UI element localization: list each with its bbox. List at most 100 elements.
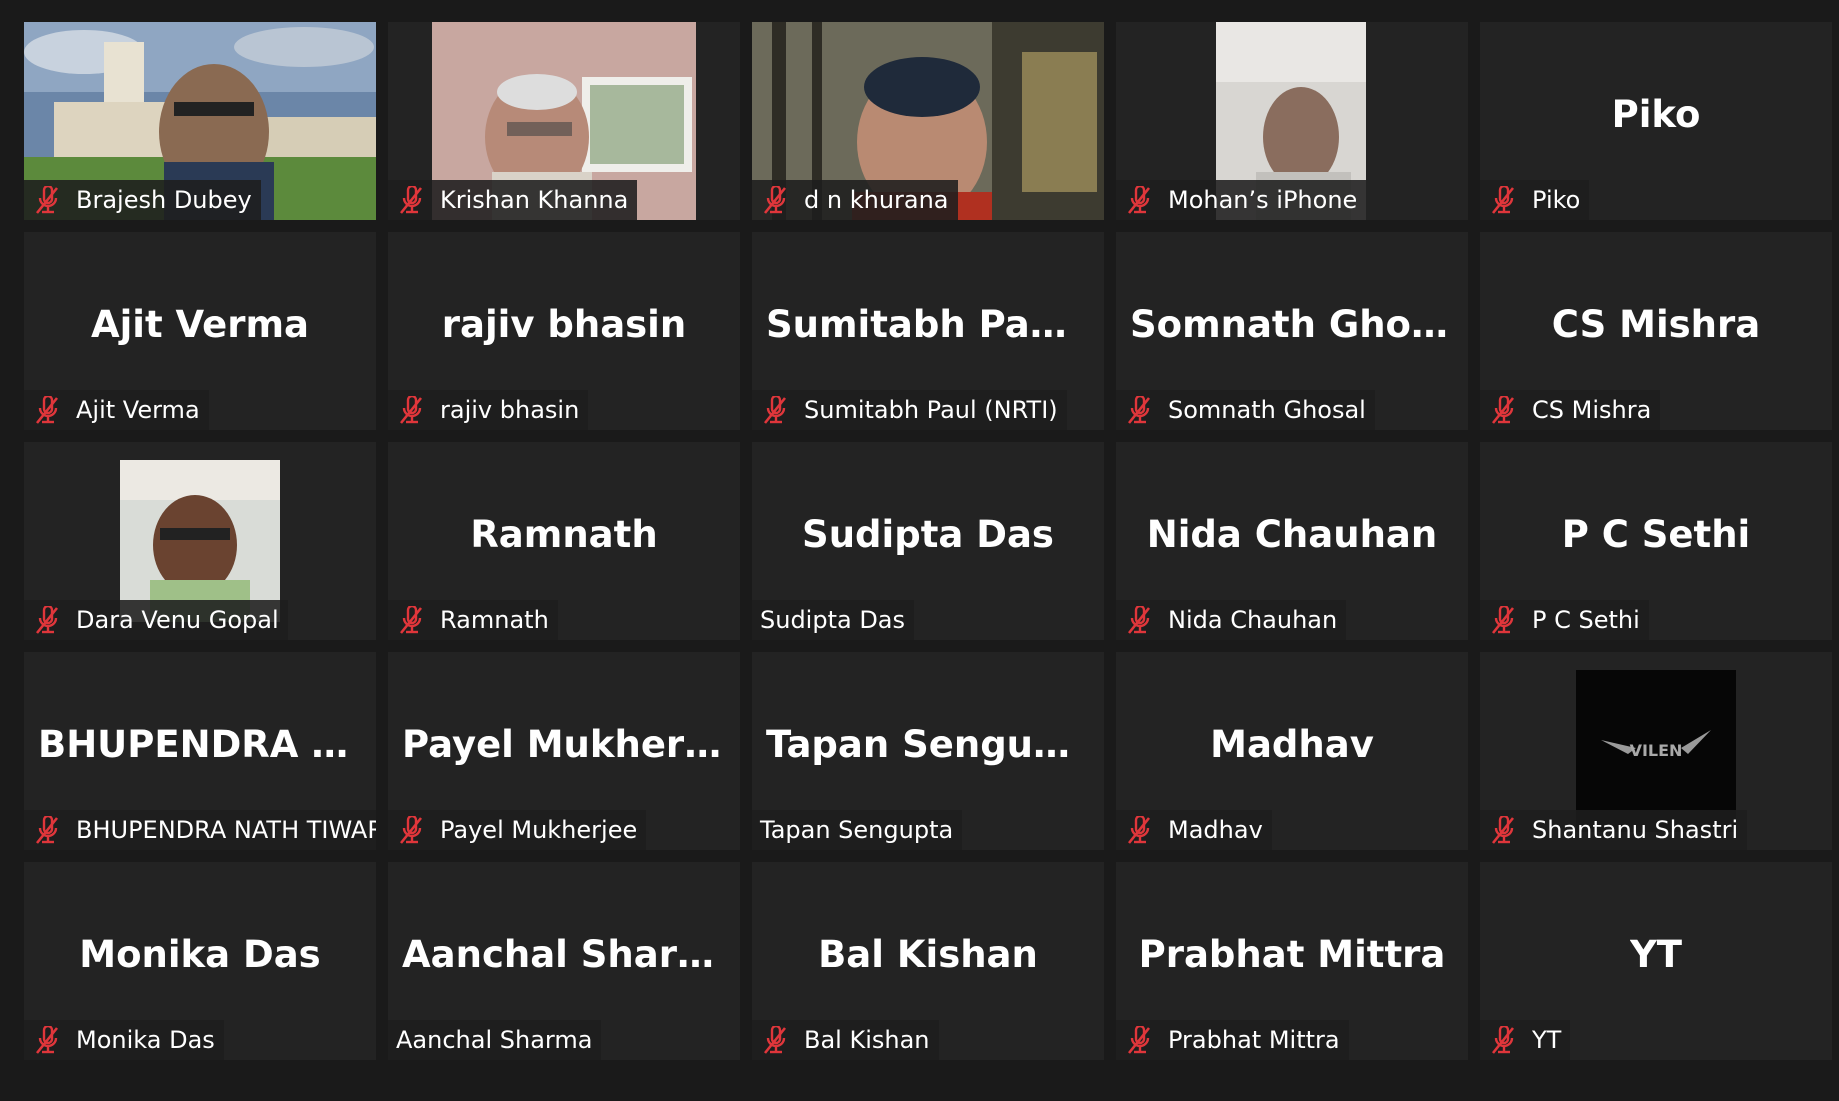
display-name-text: Piko	[1611, 92, 1701, 136]
svg-text:VILEN: VILEN	[1630, 741, 1683, 760]
muted-mic-icon	[1491, 186, 1515, 214]
participant-name: Madhav	[1168, 816, 1263, 844]
participant-name-label: Monika Das	[24, 1020, 224, 1060]
participant-tile[interactable]: Aanchal Sharma Aanchal Sharma	[388, 862, 740, 1060]
participant-name-label: Sudipta Das	[752, 600, 915, 640]
participant-name: Sudipta Das	[760, 606, 906, 634]
participant-name-label: Ajit Verma	[24, 390, 209, 430]
participant-tile[interactable]: P C Sethi P C Sethi	[1480, 442, 1832, 640]
participant-name: P C Sethi	[1532, 606, 1640, 634]
display-name-text: Monika Das	[79, 932, 321, 976]
participant-name-label: Tapan Sengupta	[752, 810, 963, 850]
participant-name-label: Ramnath	[388, 600, 558, 640]
participant-name: Somnath Ghosal	[1168, 396, 1366, 424]
participant-tile[interactable]: d n khurana	[752, 22, 1104, 220]
display-name-text: Payel Mukherjee	[402, 722, 726, 766]
participant-name-label: d n khurana	[752, 180, 958, 220]
participant-tile[interactable]: rajiv bhasin rajiv bhasin	[388, 232, 740, 430]
participant-tile[interactable]: Krishan Khanna	[388, 22, 740, 220]
participant-tile[interactable]: Sudipta Das Sudipta Das	[752, 442, 1104, 640]
muted-mic-icon	[1127, 396, 1151, 424]
participant-tile[interactable]: Nida Chauhan Nida Chauhan	[1116, 442, 1468, 640]
muted-mic-icon	[35, 1026, 59, 1054]
display-name-text: Tapan Sengupta	[766, 722, 1090, 766]
participant-name-label: Payel Mukherjee	[388, 810, 647, 850]
display-name-text: P C Sethi	[1561, 512, 1751, 556]
participant-tile[interactable]: Dara Venu Gopal	[24, 442, 376, 640]
participant-tile[interactable]: Payel Mukherjee Payel Mukherjee	[388, 652, 740, 850]
muted-mic-icon	[35, 606, 59, 634]
muted-mic-icon	[1127, 816, 1151, 844]
participant-name-label: YT	[1480, 1020, 1571, 1060]
participant-name: d n khurana	[804, 186, 949, 214]
participant-tile[interactable]: Brajesh Dubey	[24, 22, 376, 220]
participant-tile[interactable]: Prabhat Mittra Prabhat Mittra	[1116, 862, 1468, 1060]
participant-tile[interactable]: Tapan Sengupta Tapan Sengupta	[752, 652, 1104, 850]
display-name-text: YT	[1629, 932, 1683, 976]
muted-mic-icon	[763, 396, 787, 424]
display-name-text: Ramnath	[470, 512, 658, 556]
muted-mic-icon	[35, 816, 59, 844]
participant-tile[interactable]: Madhav Madhav	[1116, 652, 1468, 850]
participant-name: YT	[1532, 1026, 1562, 1054]
participant-tile[interactable]: VILEN Shantanu Shastri	[1480, 652, 1832, 850]
display-name-text: Ajit Verma	[90, 302, 310, 346]
participant-tile[interactable]: Ramnath Ramnath	[388, 442, 740, 640]
muted-mic-icon	[1491, 1026, 1515, 1054]
participant-name: Brajesh Dubey	[76, 186, 252, 214]
display-name-text: Somnath Ghosal	[1130, 302, 1454, 346]
participant-avatar: VILEN	[1576, 670, 1736, 832]
participant-name: CS Mishra	[1532, 396, 1652, 424]
participant-name: Sumitabh Paul (NRTI)	[804, 396, 1058, 424]
display-name-text: CS Mishra	[1551, 302, 1761, 346]
muted-mic-icon	[399, 186, 423, 214]
participant-name: Tapan Sengupta	[760, 816, 954, 844]
display-name-text: BHUPENDRA N...	[38, 722, 362, 766]
display-name-text: Sudipta Das	[802, 512, 1054, 556]
participant-name: Krishan Khanna	[440, 186, 629, 214]
participant-name-label: Brajesh Dubey	[24, 180, 261, 220]
participant-name-label: Prabhat Mittra	[1116, 1020, 1349, 1060]
participant-tile[interactable]: Piko Piko	[1480, 22, 1832, 220]
muted-mic-icon	[1127, 186, 1151, 214]
participant-name-label: Piko	[1480, 180, 1590, 220]
participant-name-label: Mohan’s iPhone	[1116, 180, 1367, 220]
display-name-text: Aanchal Sharma	[402, 932, 726, 976]
participant-name: Prabhat Mittra	[1168, 1026, 1340, 1054]
muted-mic-icon	[763, 186, 787, 214]
participant-tile[interactable]: YT YT	[1480, 862, 1832, 1060]
muted-mic-icon	[399, 816, 423, 844]
display-name-text: Sumitabh Paul (...	[766, 302, 1090, 346]
display-name-text: Bal Kishan	[818, 932, 1038, 976]
participant-name: Mohan’s iPhone	[1168, 186, 1358, 214]
participant-name: Nida Chauhan	[1168, 606, 1338, 634]
participant-name: rajiv bhasin	[440, 396, 580, 424]
participant-name-label: CS Mishra	[1480, 390, 1661, 430]
participant-name-label: BHUPENDRA NATH TIWARY	[24, 810, 376, 850]
participant-name: Monika Das	[76, 1026, 215, 1054]
participant-name: Dara Venu Gopal	[76, 606, 279, 634]
participant-name-label: Madhav	[1116, 810, 1272, 850]
participant-tile[interactable]: Mohan’s iPhone	[1116, 22, 1468, 220]
display-name-text: Nida Chauhan	[1146, 512, 1438, 556]
muted-mic-icon	[399, 396, 423, 424]
muted-mic-icon	[1127, 606, 1151, 634]
participant-avatar	[120, 460, 280, 622]
participant-tile[interactable]: CS Mishra CS Mishra	[1480, 232, 1832, 430]
participant-tile[interactable]: Somnath Ghosal Somnath Ghosal	[1116, 232, 1468, 430]
participant-tile[interactable]: BHUPENDRA N... BHUPENDRA NATH TIWARY	[24, 652, 376, 850]
participant-tile[interactable]: Bal Kishan Bal Kishan	[752, 862, 1104, 1060]
participant-tile[interactable]: Monika Das Monika Das	[24, 862, 376, 1060]
muted-mic-icon	[1491, 396, 1515, 424]
muted-mic-icon	[35, 396, 59, 424]
participant-name-label: Aanchal Sharma	[388, 1020, 602, 1060]
participant-name-label: Sumitabh Paul (NRTI)	[752, 390, 1067, 430]
participant-name: Shantanu Shastri	[1532, 816, 1739, 844]
participant-name: Ramnath	[440, 606, 549, 634]
participant-name: Bal Kishan	[804, 1026, 930, 1054]
participant-tile[interactable]: Ajit Verma Ajit Verma	[24, 232, 376, 430]
muted-mic-icon	[35, 186, 59, 214]
participant-name-label: Dara Venu Gopal	[24, 600, 288, 640]
participant-tile[interactable]: Sumitabh Paul (... Sumitabh Paul (NRTI)	[752, 232, 1104, 430]
muted-mic-icon	[1491, 606, 1515, 634]
